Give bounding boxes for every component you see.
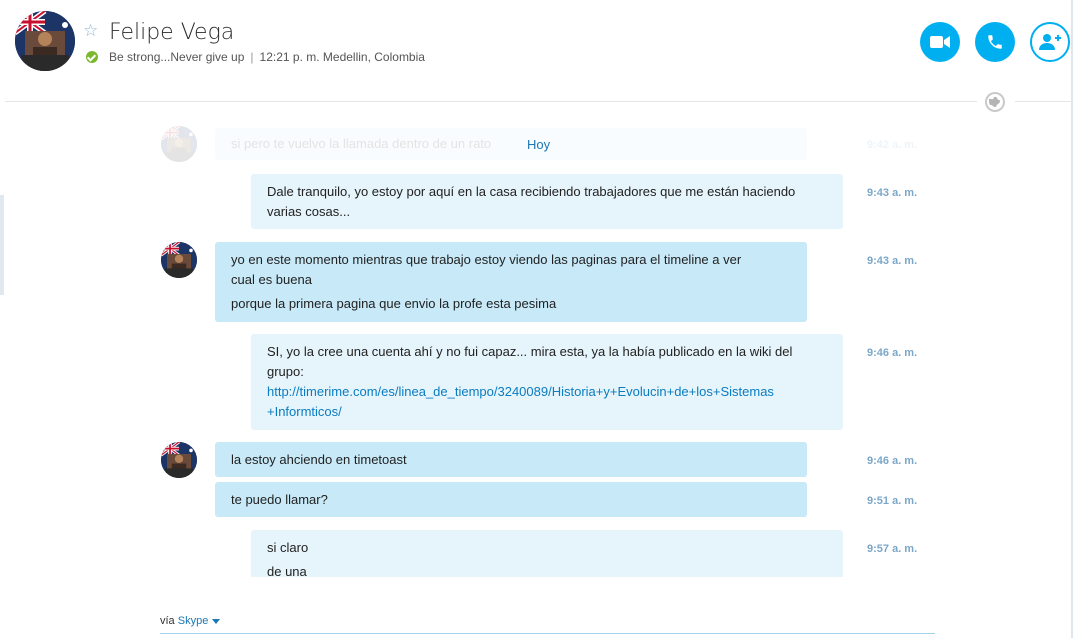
message-time: 9:51 a. m. (867, 495, 918, 507)
via-label: vía (160, 615, 175, 627)
contact-avatar-small[interactable] (161, 442, 197, 478)
left-scroll-edge (0, 195, 4, 295)
message-line: de una (267, 564, 307, 577)
video-call-button[interactable] (920, 22, 960, 62)
message-line: cual es buena (231, 272, 312, 287)
message-line: te puedo llamar? (231, 492, 328, 507)
audio-call-button[interactable] (975, 22, 1015, 62)
message-link[interactable]: http://timerime.com/es/linea_de_tiempo/3… (267, 382, 827, 402)
contact-mood-line: Be strong...Never give up | 12:21 p. m. Me… (109, 50, 425, 64)
message-time: 9:42 a. m. (867, 139, 918, 151)
separator: | (250, 50, 254, 64)
message-line: yo en este momento mientras que trabajo … (231, 252, 742, 267)
contact-avatar-small[interactable] (161, 242, 197, 278)
contact-name[interactable]: Felipe Vega (109, 20, 234, 45)
mood-message: Be strong...Never give up (109, 50, 245, 64)
add-people-button[interactable] (1030, 22, 1070, 62)
message-line: si claro (267, 540, 309, 555)
contact-avatar[interactable] (15, 11, 75, 71)
message-line: Dale tranquilo, yo estoy por aquí en la … (267, 184, 796, 199)
via-service[interactable]: Skype (178, 615, 209, 627)
phone-icon (988, 35, 1002, 49)
message-link[interactable]: +Informticos/ (267, 402, 827, 422)
globe-icon[interactable] (984, 91, 1006, 113)
message-line: varias cosas... (267, 204, 351, 219)
header-divider (1015, 101, 1073, 102)
message-line: grupo: (267, 364, 304, 379)
chevron-down-icon[interactable] (212, 618, 221, 624)
message-bubble: si pero te vuelvo la llamada dentro de u… (215, 128, 807, 160)
message-time: 9:43 a. m. (867, 255, 918, 267)
message-time: 9:57 a. m. (867, 543, 918, 555)
message-text: si pero te vuelvo la llamada dentro de u… (231, 136, 492, 151)
message-bubble-sent[interactable]: SI, yo la cree una cuenta ahí y no fui c… (251, 334, 843, 430)
video-camera-icon (930, 36, 950, 48)
header-divider (5, 101, 977, 102)
message-time: 9:43 a. m. (867, 187, 918, 199)
message-input-border[interactable] (160, 633, 935, 634)
message-line: SI, yo la cree una cuenta ahí y no fui c… (267, 344, 793, 359)
local-time: 12:21 p. m. Medellin, Colombia (259, 50, 425, 64)
favorite-star-icon[interactable]: ☆ (83, 22, 98, 39)
message-line: porque la primera pagina que envio la pr… (231, 296, 557, 311)
add-contact-icon (1039, 34, 1061, 50)
message-time: 9:46 a. m. (867, 347, 918, 359)
message-bubble-sent[interactable]: si claro de una (251, 530, 843, 577)
send-via-selector[interactable]: vía Skype (160, 615, 221, 627)
conversation-header: ☆ Felipe Vega Be strong...Never give up |… (0, 0, 1073, 100)
message-bubble-received[interactable]: yo en este momento mientras que trabajo … (215, 242, 807, 322)
message-time: 9:46 a. m. (867, 455, 918, 467)
message-bubble-sent[interactable]: Dale tranquilo, yo estoy por aquí en la … (251, 174, 843, 229)
online-status-icon (86, 51, 98, 63)
message-line: la estoy ahciendo en timetoast (231, 452, 407, 467)
day-separator-label: Hoy (527, 137, 551, 152)
message-bubble-received[interactable]: te puedo llamar? (215, 482, 807, 517)
message-bubble-received[interactable]: la estoy ahciendo en timetoast (215, 442, 807, 477)
contact-avatar-small (161, 126, 197, 162)
